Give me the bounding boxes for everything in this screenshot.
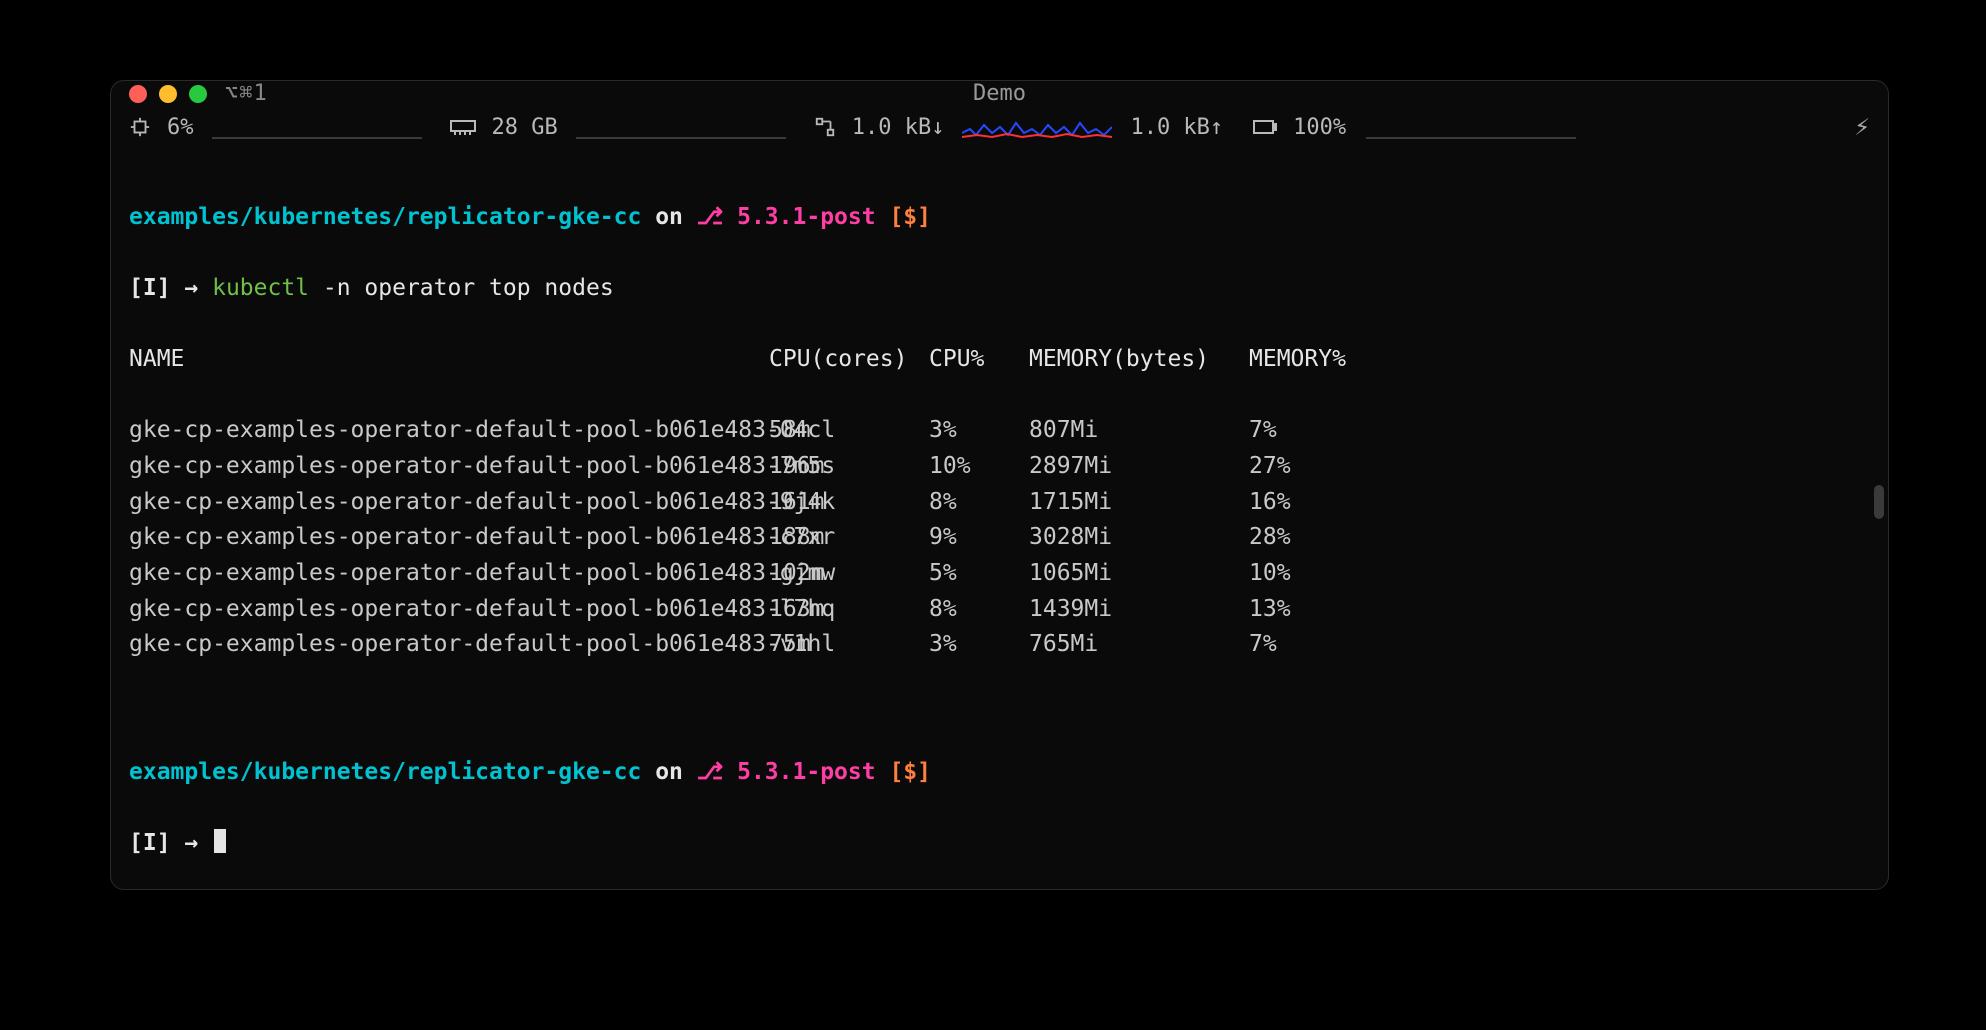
command-binary: kubectl — [212, 275, 309, 301]
command-line-1: [I] → kubectl -n operator top nodes — [129, 271, 1870, 307]
charging-icon: ⚡ — [1842, 112, 1870, 142]
git-branch: 5.3.1-post — [723, 204, 875, 230]
net-up: 1.0 kB↑ — [1130, 115, 1223, 140]
close-icon[interactable] — [129, 85, 147, 103]
window-title: Demo — [973, 81, 1026, 106]
git-status: [$] — [876, 204, 931, 230]
ram-amount: 28 GB — [492, 115, 558, 140]
git-branch-icon: ⎇ — [697, 759, 724, 785]
table-row: gke-cp-examples-operator-default-pool-b0… — [129, 413, 1870, 449]
ram-icon — [450, 118, 476, 136]
scrollbar-thumb[interactable] — [1874, 485, 1884, 519]
git-branch-icon: ⎇ — [697, 204, 724, 230]
net-sparkline — [962, 115, 1112, 139]
battery-percent: 100% — [1293, 115, 1346, 140]
table-row: gke-cp-examples-operator-default-pool-b0… — [129, 556, 1870, 592]
table-row: gke-cp-examples-operator-default-pool-b0… — [129, 520, 1870, 556]
terminal-content[interactable]: examples/kubernetes/replicator-gke-cc on… — [111, 152, 1888, 890]
table-header-row: NAMECPU(cores)CPU%MEMORY(bytes)MEMORY% — [129, 342, 1870, 378]
prompt-path: examples/kubernetes/replicator-gke-cc — [129, 204, 641, 230]
traffic-lights — [129, 85, 207, 103]
prompt-path: examples/kubernetes/replicator-gke-cc — [129, 759, 641, 785]
network-icon — [814, 116, 836, 138]
net-down: 1.0 kB↓ — [852, 115, 945, 140]
table-row: gke-cp-examples-operator-default-pool-b0… — [129, 627, 1870, 663]
prompt-line-1: examples/kubernetes/replicator-gke-cc on… — [129, 200, 1870, 236]
terminal-window: ⌥⌘1 Demo 6% 28 GB 1.0 kB↓ 1.0 kB↑ 100% — [110, 80, 1889, 890]
vi-mode-indicator: [I] — [129, 830, 171, 856]
git-branch: 5.3.1-post — [723, 759, 875, 785]
prompt-line-2: examples/kubernetes/replicator-gke-cc on… — [129, 755, 1870, 791]
cursor — [214, 829, 226, 853]
tab-shortcut-hint: ⌥⌘1 — [225, 81, 268, 106]
minimize-icon[interactable] — [159, 85, 177, 103]
cpu-icon — [129, 116, 151, 138]
table-row: gke-cp-examples-operator-default-pool-b0… — [129, 485, 1870, 521]
battery-sparkline — [1366, 115, 1576, 139]
battery-icon — [1253, 119, 1277, 135]
cpu-sparkline — [212, 115, 422, 139]
table-row: gke-cp-examples-operator-default-pool-b0… — [129, 592, 1870, 628]
titlebar[interactable]: ⌥⌘1 Demo — [111, 81, 1888, 106]
vi-mode-indicator: [I] — [129, 275, 171, 301]
table-row: gke-cp-examples-operator-default-pool-b0… — [129, 449, 1870, 485]
zoom-icon[interactable] — [189, 85, 207, 103]
command-line-2[interactable]: [I] → — [129, 826, 1870, 862]
command-args: -n operator top nodes — [309, 275, 614, 301]
ram-sparkline — [576, 115, 786, 139]
cpu-percent: 6% — [167, 115, 194, 140]
table-rows: gke-cp-examples-operator-default-pool-b0… — [129, 413, 1870, 662]
system-stats-bar: 6% 28 GB 1.0 kB↓ 1.0 kB↑ 100% ⚡ — [111, 106, 1888, 152]
git-status: [$] — [876, 759, 931, 785]
